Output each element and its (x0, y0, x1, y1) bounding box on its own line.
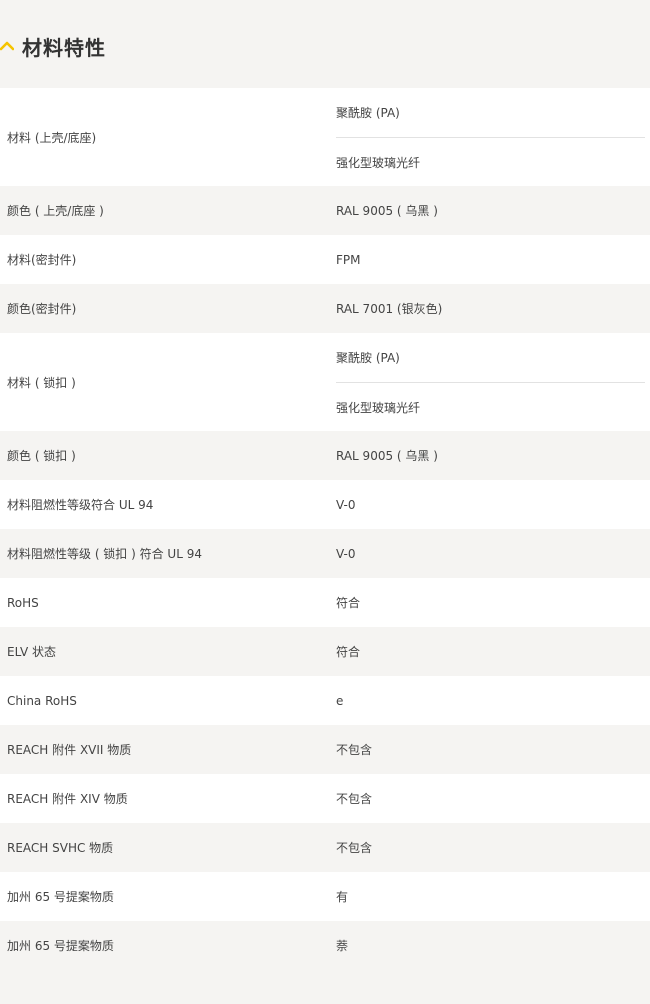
property-values: V-0 (336, 529, 650, 578)
property-value: 不包含 (336, 792, 373, 806)
table-row: 材料 ( 锁扣 ) 聚酰胺 (PA) 强化型玻璃光纤 (0, 333, 650, 431)
property-label: 颜色(密封件) (7, 302, 77, 316)
property-values: 聚酰胺 (PA) 强化型玻璃光纤 (336, 88, 650, 186)
property-values: RAL 9005 ( 乌黑 ) (336, 186, 650, 235)
property-values: 有 (336, 872, 650, 921)
table-row: 材料阻燃性等级 ( 锁扣 ) 符合 UL 94 V-0 (0, 529, 650, 578)
section-title: 材料特性 (22, 35, 106, 60)
property-label: REACH SVHC 物质 (7, 841, 114, 855)
property-value: FPM (336, 252, 361, 267)
table-row: 材料 (上壳/底座) 聚酰胺 (PA) 强化型玻璃光纤 (0, 88, 650, 186)
property-value: RAL 9005 ( 乌黑 ) (336, 449, 438, 463)
property-value: RAL 7001 (银灰色) (336, 302, 443, 316)
table-row: REACH SVHC 物质 不包含 (0, 823, 650, 872)
table-row: 材料(密封件) FPM (0, 235, 650, 284)
table-row: 加州 65 号提案物质 萘 (0, 921, 650, 970)
property-value: V-0 (336, 497, 356, 512)
property-values: 符合 (336, 578, 650, 627)
property-values: 不包含 (336, 774, 650, 823)
property-values: 不包含 (336, 725, 650, 774)
property-label: 材料阻燃性等级 ( 锁扣 ) 符合 UL 94 (7, 547, 202, 561)
property-values: 萘 (336, 921, 650, 970)
property-value: 萘 (336, 939, 349, 953)
property-label: China RoHS (7, 693, 77, 708)
property-label: ELV 状态 (7, 645, 56, 659)
property-value: 强化型玻璃光纤 (336, 382, 645, 431)
property-values: e (336, 676, 650, 725)
table-row: 加州 65 号提案物质 有 (0, 872, 650, 921)
table-row: ELV 状态 符合 (0, 627, 650, 676)
property-value: 符合 (336, 645, 361, 659)
properties-table: 材料 (上壳/底座) 聚酰胺 (PA) 强化型玻璃光纤 颜色 ( 上壳/底座 ) RAL… (0, 88, 650, 970)
property-value: 不包含 (336, 841, 373, 855)
property-value: 强化型玻璃光纤 (336, 137, 645, 186)
chevron-up-icon[interactable] (0, 39, 22, 53)
property-label: 材料阻燃性等级符合 UL 94 (7, 498, 154, 512)
property-label: REACH 附件 XIV 物质 (7, 792, 128, 806)
table-row: 材料阻燃性等级符合 UL 94 V-0 (0, 480, 650, 529)
table-row: RoHS 符合 (0, 578, 650, 627)
property-values: RAL 7001 (银灰色) (336, 284, 650, 333)
table-row: China RoHS e (0, 676, 650, 725)
table-row: 颜色(密封件) RAL 7001 (银灰色) (0, 284, 650, 333)
property-label: 颜色 ( 锁扣 ) (7, 449, 76, 463)
property-label: 加州 65 号提案物质 (7, 890, 114, 904)
table-row: REACH 附件 XIV 物质 不包含 (0, 774, 650, 823)
property-values: 不包含 (336, 823, 650, 872)
property-label: 颜色 ( 上壳/底座 ) (7, 204, 104, 218)
property-values: 聚酰胺 (PA) 强化型玻璃光纤 (336, 333, 650, 431)
property-values: FPM (336, 235, 650, 284)
property-value: RAL 9005 ( 乌黑 ) (336, 204, 438, 218)
property-value: 符合 (336, 596, 361, 610)
property-value: 有 (336, 890, 349, 904)
property-label: 加州 65 号提案物质 (7, 939, 114, 953)
property-value: V-0 (336, 546, 356, 561)
section-header[interactable]: 材料特性 (0, 0, 650, 88)
property-label: REACH 附件 XVII 物质 (7, 743, 132, 757)
property-value: 聚酰胺 (PA) (336, 351, 400, 365)
property-label: RoHS (7, 595, 39, 610)
table-row: 颜色 ( 锁扣 ) RAL 9005 ( 乌黑 ) (0, 431, 650, 480)
property-values: V-0 (336, 480, 650, 529)
table-row: 颜色 ( 上壳/底座 ) RAL 9005 ( 乌黑 ) (0, 186, 650, 235)
property-value: 聚酰胺 (PA) (336, 106, 400, 120)
property-value: e (336, 693, 344, 708)
property-label: 材料 (上壳/底座) (7, 130, 97, 145)
property-values: 符合 (336, 627, 650, 676)
property-values: RAL 9005 ( 乌黑 ) (336, 431, 650, 480)
property-label: 材料(密封件) (7, 253, 77, 267)
property-label: 材料 ( 锁扣 ) (7, 375, 76, 390)
table-row: REACH 附件 XVII 物质 不包含 (0, 725, 650, 774)
property-value: 不包含 (336, 743, 373, 757)
